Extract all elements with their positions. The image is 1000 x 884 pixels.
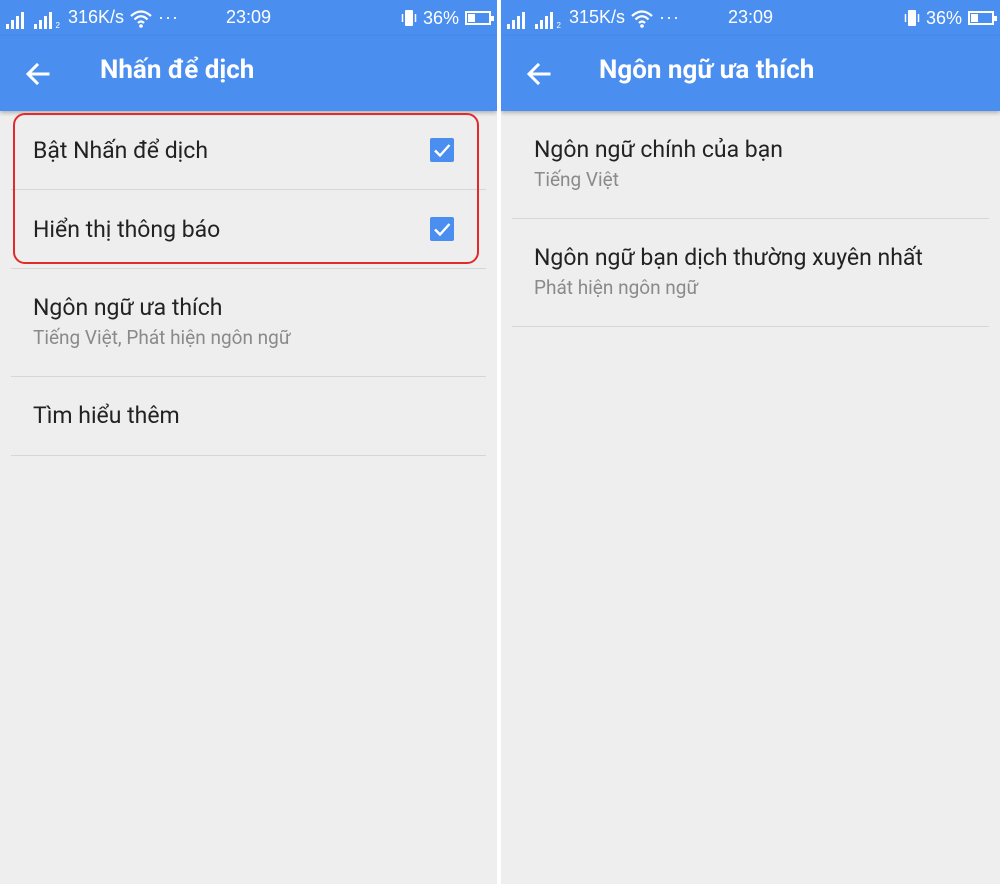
primary-language-item[interactable]: Ngôn ngữ chính của bạn Tiếng Việt bbox=[512, 111, 989, 219]
screen-preferred-languages: 2 315K/s ··· 23:09 36% Ngôn ngữ ưa thích… bbox=[501, 0, 1000, 884]
status-bar: 2 315K/s ··· 23:09 36% bbox=[501, 0, 1000, 36]
toggle-label: Hiển thị thông báo bbox=[33, 216, 221, 243]
arrow-back-icon[interactable] bbox=[523, 58, 555, 90]
page-title: Nhấn để dịch bbox=[100, 55, 255, 85]
battery-icon bbox=[968, 11, 997, 25]
languages-list: Ngôn ngữ chính của bạn Tiếng Việt Ngôn n… bbox=[501, 111, 1000, 327]
battery-percent: 36% bbox=[422, 7, 459, 28]
arrow-back-icon[interactable] bbox=[22, 58, 54, 90]
item-subtitle: Tiếng Việt bbox=[534, 168, 619, 191]
page-title: Ngôn ngữ ưa thích bbox=[599, 55, 815, 85]
app-bar: Ngôn ngữ ưa thích bbox=[501, 36, 1000, 111]
toggle-tap-to-translate[interactable]: Bật Nhấn để dịch bbox=[11, 111, 486, 190]
battery-icon bbox=[465, 11, 494, 25]
item-subtitle: Phát hiện ngôn ngữ bbox=[534, 276, 699, 299]
vibrate-icon bbox=[904, 10, 920, 26]
item-title: Ngôn ngữ bạn dịch thường xuyên nhất bbox=[534, 244, 923, 271]
item-title: Ngôn ngữ chính của bạn bbox=[534, 136, 783, 163]
item-title: Ngôn ngữ ưa thích bbox=[33, 294, 223, 321]
status-bar: 2 316K/s ··· 23:09 36% bbox=[0, 0, 497, 36]
item-title: Tìm hiểu thêm bbox=[33, 402, 180, 429]
preferred-languages-item[interactable]: Ngôn ngữ ưa thích Tiếng Việt, Phát hiện … bbox=[11, 269, 486, 377]
item-subtitle: Tiếng Việt, Phát hiện ngôn ngữ bbox=[33, 326, 291, 349]
checkbox[interactable] bbox=[430, 138, 454, 162]
screen-tap-to-translate: 2 316K/s ··· 23:09 36% Nhấn để dịch Bật … bbox=[0, 0, 497, 884]
toggle-label: Bật Nhấn để dịch bbox=[33, 137, 208, 164]
settings-list: Bật Nhấn để dịch Hiển thị thông báo Ngôn… bbox=[0, 111, 497, 456]
check-icon bbox=[434, 144, 451, 158]
learn-more-item[interactable]: Tìm hiểu thêm bbox=[11, 377, 486, 456]
most-translated-language-item[interactable]: Ngôn ngữ bạn dịch thường xuyên nhất Phát… bbox=[512, 219, 989, 327]
checkbox[interactable] bbox=[430, 217, 454, 241]
toggle-show-notification[interactable]: Hiển thị thông báo bbox=[11, 190, 486, 269]
app-bar: Nhấn để dịch bbox=[0, 36, 497, 111]
battery-percent: 36% bbox=[925, 7, 962, 28]
check-icon bbox=[434, 223, 451, 237]
vibrate-icon bbox=[401, 10, 417, 26]
